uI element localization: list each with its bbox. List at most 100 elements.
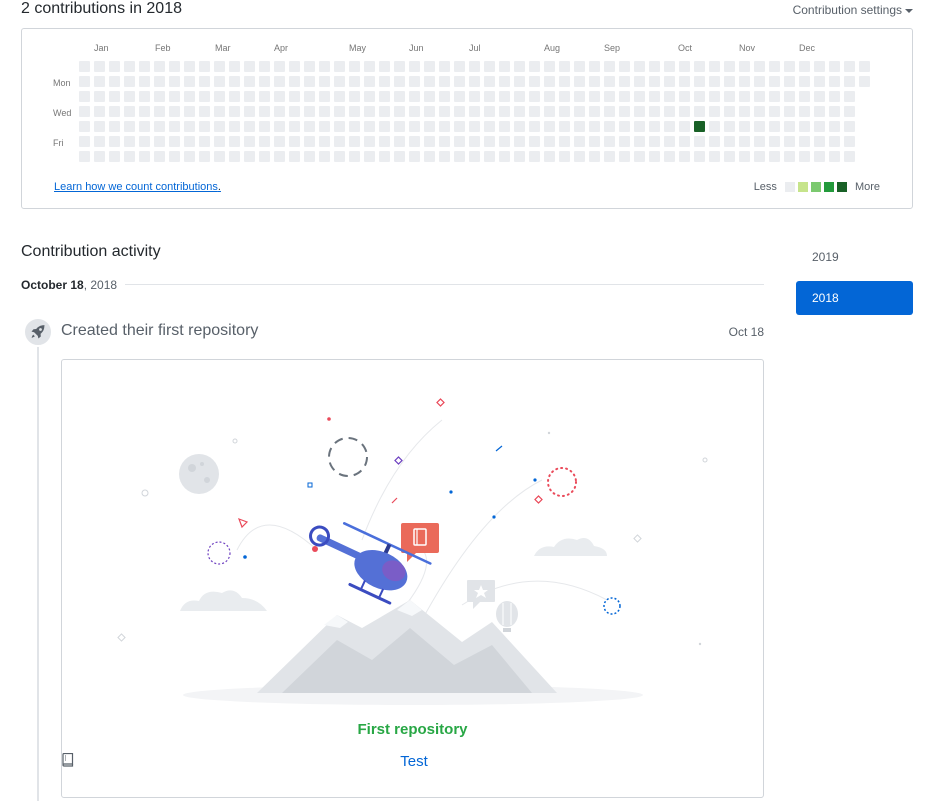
contribution-cell[interactable] [604,106,615,117]
contribution-cell[interactable] [724,121,735,132]
contribution-cell[interactable] [514,121,525,132]
contribution-cell[interactable] [724,76,735,87]
contribution-cell[interactable] [184,151,195,162]
contribution-cell[interactable] [664,76,675,87]
contribution-cell[interactable] [799,106,810,117]
contribution-cell[interactable] [394,136,405,147]
contribution-cell[interactable] [769,61,780,72]
contribution-cell[interactable] [379,151,390,162]
contribution-cell[interactable] [814,106,825,117]
contribution-cell[interactable] [334,151,345,162]
contribution-cell[interactable] [664,136,675,147]
contribution-cell[interactable] [169,121,180,132]
contribution-cell[interactable] [769,136,780,147]
contribution-cell[interactable] [484,76,495,87]
contribution-cell[interactable] [364,61,375,72]
contribution-cell[interactable] [739,151,750,162]
contribution-cell[interactable] [649,151,660,162]
contribution-cell[interactable] [469,151,480,162]
contribution-cell[interactable] [289,76,300,87]
contribution-cell[interactable] [544,61,555,72]
contribution-cell[interactable] [124,61,135,72]
contribution-cell[interactable] [319,151,330,162]
contribution-cell[interactable] [409,76,420,87]
contribution-settings-dropdown[interactable]: Contribution settings [793,3,913,17]
contribution-cell[interactable] [154,106,165,117]
contribution-cell[interactable] [304,136,315,147]
contribution-cell[interactable] [379,121,390,132]
contribution-cell[interactable] [94,76,105,87]
contribution-cell[interactable] [139,121,150,132]
contribution-cell[interactable] [304,91,315,102]
contribution-cell[interactable] [469,121,480,132]
contribution-cell[interactable] [484,91,495,102]
contribution-cell[interactable] [394,106,405,117]
contribution-cell[interactable] [574,76,585,87]
contribution-cell[interactable] [424,76,435,87]
contribution-cell[interactable] [454,106,465,117]
contribution-cell[interactable] [244,121,255,132]
contribution-cell[interactable] [829,136,840,147]
contribution-cell[interactable] [349,106,360,117]
contribution-cell[interactable] [169,76,180,87]
contribution-cell[interactable] [169,136,180,147]
contribution-cell[interactable] [424,151,435,162]
year-link-2018[interactable]: 2018 [796,281,913,315]
contribution-cell[interactable] [679,106,690,117]
contribution-cell[interactable] [409,61,420,72]
contribution-cell[interactable] [199,151,210,162]
contribution-cell[interactable] [409,106,420,117]
contribution-cell[interactable] [709,76,720,87]
contribution-cell[interactable] [184,136,195,147]
contribution-cell[interactable] [409,91,420,102]
contribution-cell[interactable] [154,61,165,72]
contribution-cell[interactable] [529,121,540,132]
contribution-cell[interactable] [214,136,225,147]
contribution-cell[interactable] [184,121,195,132]
contribution-cell[interactable] [679,136,690,147]
contribution-cell[interactable] [769,151,780,162]
contribution-cell[interactable] [139,91,150,102]
contribution-cell[interactable] [289,136,300,147]
contribution-cell[interactable] [784,106,795,117]
contribution-cell[interactable] [124,121,135,132]
contribution-cell[interactable] [379,61,390,72]
contribution-cell[interactable] [559,76,570,87]
contribution-cell[interactable] [259,106,270,117]
contribution-cell[interactable] [739,106,750,117]
contribution-cell[interactable] [574,121,585,132]
contribution-cell[interactable] [484,136,495,147]
contribution-cell[interactable] [79,91,90,102]
contribution-cell[interactable] [304,106,315,117]
contribution-cell[interactable] [214,106,225,117]
contribution-cell[interactable] [859,76,870,87]
contribution-cell[interactable] [829,61,840,72]
contribution-cell[interactable] [799,61,810,72]
contribution-cell[interactable] [379,76,390,87]
contribution-cell[interactable] [754,61,765,72]
contribution-cell[interactable] [469,136,480,147]
contribution-cell[interactable] [289,61,300,72]
contribution-cell[interactable] [664,151,675,162]
contribution-cell[interactable] [784,76,795,87]
contribution-cell[interactable] [349,91,360,102]
contribution-cell[interactable] [784,136,795,147]
contribution-cell[interactable] [754,121,765,132]
contribution-cell[interactable] [844,76,855,87]
contribution-cell[interactable] [694,61,705,72]
contribution-cell[interactable] [544,121,555,132]
contribution-cell[interactable] [244,106,255,117]
contribution-cell[interactable] [169,61,180,72]
contribution-cell[interactable] [79,76,90,87]
contribution-cell[interactable] [559,61,570,72]
contribution-cell[interactable] [604,76,615,87]
contribution-cell[interactable] [499,151,510,162]
contribution-cell[interactable] [604,61,615,72]
contribution-cell[interactable] [559,136,570,147]
contribution-cell[interactable] [199,76,210,87]
contribution-cell[interactable] [589,106,600,117]
contribution-cell[interactable] [559,91,570,102]
contribution-cell[interactable] [229,136,240,147]
contribution-cell[interactable] [784,91,795,102]
contribution-cell[interactable] [109,106,120,117]
